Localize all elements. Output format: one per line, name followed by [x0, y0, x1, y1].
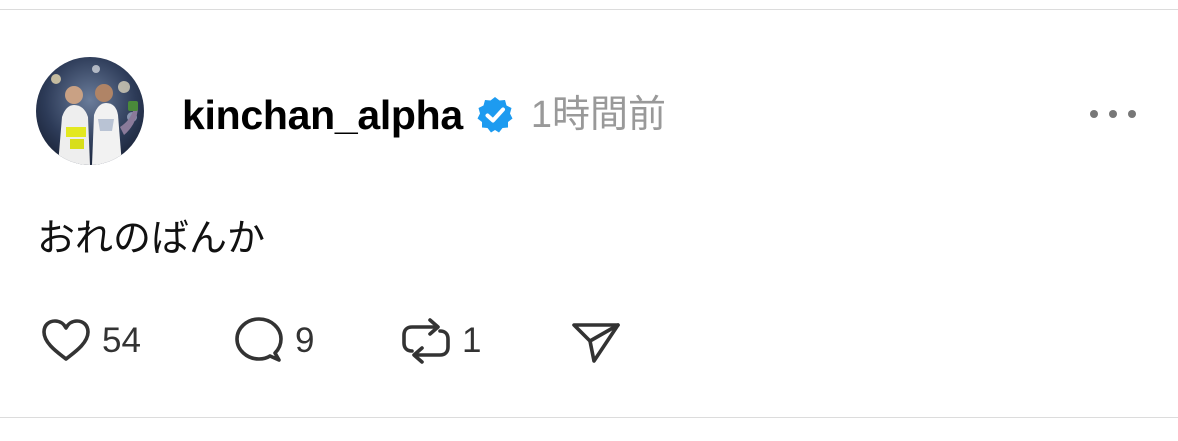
post-text: おれのばんか [37, 218, 266, 260]
top-divider [0, 9, 1178, 10]
avatar-photo [36, 57, 144, 165]
more-dot [1109, 110, 1117, 118]
like-button[interactable]: 54 [38, 313, 141, 369]
verified-badge-icon [475, 95, 515, 135]
more-dot [1128, 110, 1136, 118]
avatar[interactable] [36, 57, 144, 165]
post-header: kinchan_alpha 1時間前 [182, 88, 666, 142]
repost-count: 1 [462, 321, 482, 360]
more-options-icon[interactable] [1090, 100, 1136, 128]
send-icon [568, 313, 624, 369]
heart-icon [38, 313, 94, 369]
comment-bubble-icon [231, 313, 287, 369]
like-count: 54 [102, 321, 141, 360]
repost-icon [398, 313, 454, 369]
reply-button[interactable]: 9 [231, 313, 314, 369]
post-timestamp: 1時間前 [530, 94, 667, 136]
reply-count: 9 [295, 321, 315, 360]
more-dot [1090, 110, 1098, 118]
username[interactable]: kinchan_alpha [182, 88, 463, 142]
share-button[interactable] [568, 313, 624, 369]
repost-button[interactable]: 1 [398, 313, 481, 369]
bottom-divider [0, 417, 1178, 418]
